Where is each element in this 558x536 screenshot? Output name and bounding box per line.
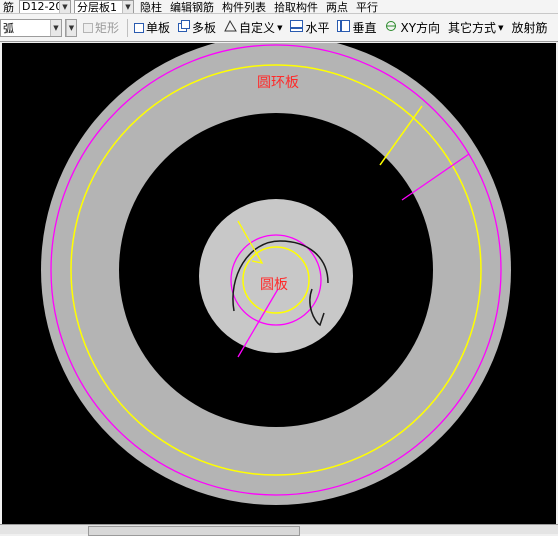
rect-label: 矩形 <box>95 21 120 35</box>
rebar-spec-value: D12-200 <box>22 0 59 13</box>
parallel-button[interactable]: 平行 <box>353 0 381 14</box>
toolbar-divider <box>127 18 129 37</box>
multi-board-icon <box>178 20 191 35</box>
single-board-label: 单板 <box>146 21 171 35</box>
circular-slab-label: 圆板 <box>260 277 288 293</box>
status-bar <box>0 524 558 536</box>
radial-rebar-button[interactable]: 放射筋 <box>508 18 550 38</box>
chevron-down-icon[interactable]: ▼ <box>66 19 76 36</box>
arc-combo-value: 弧 <box>3 21 14 35</box>
component-list-button[interactable]: 构件列表 <box>219 0 269 14</box>
vertical-button[interactable]: 垂直 <box>334 18 379 38</box>
chevron-down-icon[interactable]: ▼ <box>50 19 61 36</box>
pick-component-button[interactable]: 拾取构件 <box>271 0 321 14</box>
other-method-label: 其它方式 <box>448 21 497 35</box>
vertical-label: 垂直 <box>352 21 377 35</box>
two-point-label: 两点 <box>326 0 348 14</box>
chevron-down-icon[interactable]: ▼ <box>59 0 70 13</box>
layout-tab-strip[interactable] <box>88 526 300 536</box>
multi-board-label: 多板 <box>192 21 217 35</box>
chevron-down-icon[interactable]: ▼ <box>498 24 503 32</box>
hidden-column-label: 隐柱 <box>140 0 162 14</box>
component-list-label: 构件列表 <box>222 0 266 14</box>
circular-slab[interactable] <box>199 199 353 353</box>
horizontal-button[interactable]: 水平 <box>287 18 332 38</box>
edit-rebar-label: 编辑钢筋 <box>170 0 214 14</box>
arc-combo[interactable]: 弧 ▼ <box>0 18 62 37</box>
hidden-column-button[interactable]: 隐柱 <box>137 0 165 14</box>
pick-component-label: 拾取构件 <box>274 0 318 14</box>
top-toolbar: 筋 D12-200 ▼ 分层板1 ▼ 隐柱 编辑钢筋 构件列表 拾取构件 两点 … <box>0 0 558 14</box>
rebar-label: 筋 <box>3 0 14 14</box>
custom-label: 自定义 <box>239 21 276 35</box>
vertical-icon <box>337 20 351 35</box>
main-toolbar: 弧 ▼ ▼ 矩形 单板 多板 自定义 ▼ 水平 垂直 XY方向 其它方式 ▼ 放… <box>0 14 558 42</box>
two-point-button[interactable]: 两点 <box>323 0 351 14</box>
annular-slab-label: 圆环板 <box>257 75 299 91</box>
rect-button[interactable]: 矩形 <box>80 18 122 38</box>
multi-board-button[interactable]: 多板 <box>175 18 219 38</box>
custom-icon <box>224 19 237 35</box>
drawing-canvas[interactable]: 圆环板 圆板 <box>2 35 556 524</box>
single-board-icon <box>134 22 145 33</box>
other-method-button[interactable]: 其它方式 ▼ <box>445 18 506 38</box>
xy-direction-button[interactable]: XY方向 <box>381 18 443 38</box>
chevron-down-icon[interactable]: ▼ <box>277 24 282 32</box>
horizontal-label: 水平 <box>305 21 330 35</box>
slab-drawing[interactable]: 圆环板 圆板 <box>2 35 556 524</box>
horizontal-icon <box>290 20 304 35</box>
edit-rebar-button[interactable]: 编辑钢筋 <box>167 0 217 14</box>
radial-rebar-label: 放射筋 <box>511 21 548 35</box>
single-board-button[interactable]: 单板 <box>131 18 173 38</box>
xy-direction-label: XY方向 <box>400 21 441 35</box>
layer-combo[interactable]: 分层板1 ▼ <box>74 0 134 14</box>
custom-button[interactable]: 自定义 ▼ <box>221 18 285 38</box>
rect-icon <box>83 22 93 33</box>
rebar-spec-combo[interactable]: D12-200 ▼ <box>19 0 71 13</box>
xy-direction-icon <box>384 20 398 35</box>
chevron-down-icon[interactable]: ▼ <box>122 0 133 13</box>
blank-combo[interactable]: ▼ <box>65 18 77 37</box>
layer-value: 分层板1 <box>77 0 117 14</box>
parallel-label: 平行 <box>356 0 378 14</box>
